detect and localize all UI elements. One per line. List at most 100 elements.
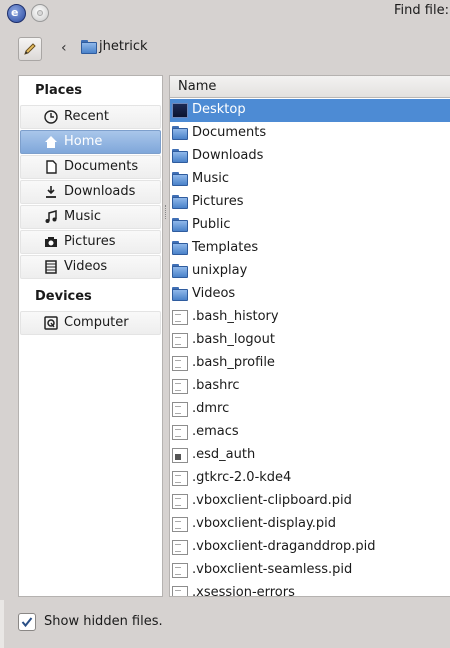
file-row[interactable]: .bash_logout — [170, 329, 450, 352]
file-row[interactable]: .vboxclient-display.pid — [170, 513, 450, 536]
window-shade-button[interactable] — [31, 4, 49, 22]
places-item-videos[interactable]: Videos — [20, 255, 161, 279]
drive-icon — [43, 316, 58, 331]
folder-icon — [172, 264, 188, 279]
file-row[interactable]: Documents — [170, 122, 450, 145]
file-name: .bash_profile — [192, 355, 275, 370]
file-row[interactable]: .bash_history — [170, 306, 450, 329]
home-folder-icon — [81, 39, 97, 54]
places-item-label: Music — [64, 209, 101, 224]
text-file-icon — [172, 517, 188, 532]
file-name: unixplay — [192, 263, 248, 278]
camera-icon — [43, 235, 58, 250]
file-list[interactable]: Name Desktop Documents Downloads Music Pictu… — [169, 75, 450, 597]
places-section-title: Places — [35, 83, 83, 98]
file-name: .dmrc — [192, 401, 230, 416]
file-name: Pictures — [192, 194, 244, 209]
file-row[interactable]: Templates — [170, 237, 450, 260]
folder-icon — [172, 126, 188, 141]
file-name: Templates — [192, 240, 259, 255]
places-item-label: Home — [64, 134, 103, 149]
file-name: .vboxclient-clipboard.pid — [192, 493, 352, 508]
places-item-home[interactable]: Home — [20, 130, 161, 154]
file-name: .bash_history — [192, 309, 279, 324]
text-file-icon — [172, 425, 188, 440]
text-file-icon — [172, 379, 188, 394]
download-icon — [43, 185, 58, 200]
file-row[interactable]: unixplay — [170, 260, 450, 283]
text-file-icon — [172, 586, 188, 596]
file-name: .vboxclient-seamless.pid — [192, 562, 353, 577]
document-icon — [43, 160, 58, 175]
devices-item-computer[interactable]: Computer — [20, 311, 161, 335]
places-item-pictures[interactable]: Pictures — [20, 230, 161, 254]
text-file-icon — [172, 540, 188, 555]
text-file-icon — [172, 402, 188, 417]
checkmark-icon — [21, 617, 33, 628]
text-file-icon — [172, 310, 188, 325]
file-row[interactable]: Pictures — [170, 191, 450, 214]
panel-splitter[interactable] — [165, 205, 168, 219]
file-row[interactable]: Downloads — [170, 145, 450, 168]
text-file-icon — [172, 333, 188, 348]
devices-item-label: Computer — [64, 315, 129, 330]
file-name: Music — [192, 171, 229, 186]
file-row[interactable]: .vboxclient-clipboard.pid — [170, 490, 450, 513]
file-row[interactable]: Public — [170, 214, 450, 237]
file-row[interactable]: Desktop — [170, 99, 450, 122]
text-file-icon — [172, 494, 188, 509]
file-name: .vboxclient-display.pid — [192, 516, 337, 531]
file-row[interactable]: .vboxclient-seamless.pid — [170, 559, 450, 582]
places-item-label: Pictures — [64, 234, 116, 249]
file-row[interactable]: Music — [170, 168, 450, 191]
show-hidden-label[interactable]: Show hidden files. — [44, 614, 163, 629]
edit-location-button[interactable] — [18, 37, 42, 61]
file-row[interactable]: Videos — [170, 283, 450, 306]
desktop-icon — [172, 103, 188, 118]
music-icon — [43, 210, 58, 225]
file-row[interactable]: .dmrc — [170, 398, 450, 421]
places-panel: Places Recent Home Documents Downloads M… — [18, 75, 163, 597]
file-name: Public — [192, 217, 231, 232]
places-item-label: Documents — [64, 159, 139, 174]
text-file-icon — [172, 471, 188, 486]
window-title: Find file: — [394, 3, 449, 18]
file-name: .bashrc — [192, 378, 240, 393]
devices-section-title: Devices — [35, 289, 92, 304]
file-row[interactable]: .xsession-errors — [170, 582, 450, 596]
file-row[interactable]: .bashrc — [170, 375, 450, 398]
file-name: Documents — [192, 125, 267, 140]
text-file-icon — [172, 356, 188, 371]
breadcrumb-back-arrow-icon[interactable]: ‹ — [61, 40, 67, 56]
column-header-name[interactable]: Name — [170, 76, 450, 98]
file-name: .bash_logout — [192, 332, 275, 347]
file-row[interactable]: .bash_profile — [170, 352, 450, 375]
places-item-music[interactable]: Music — [20, 205, 161, 229]
file-name: Desktop — [192, 102, 246, 117]
title-bar: e Find file: — [0, 0, 450, 24]
toolbar: ‹ jhetrick — [0, 33, 450, 65]
options-bar: Show hidden files. — [0, 605, 450, 641]
breadcrumb-home[interactable]: jhetrick — [99, 39, 148, 54]
places-item-downloads[interactable]: Downloads — [20, 180, 161, 204]
folder-icon — [172, 149, 188, 164]
file-name: .emacs — [192, 424, 239, 439]
app-menu-icon[interactable]: e — [7, 4, 26, 23]
file-row[interactable]: .emacs — [170, 421, 450, 444]
folder-icon — [172, 241, 188, 256]
places-item-recent[interactable]: Recent — [20, 105, 161, 129]
file-name: Downloads — [192, 148, 264, 163]
text-file-icon — [172, 563, 188, 578]
file-name: .vboxclient-draganddrop.pid — [192, 539, 376, 554]
folder-icon — [172, 218, 188, 233]
file-row[interactable]: .gtkrc-2.0-kde4 — [170, 467, 450, 490]
file-name: .gtkrc-2.0-kde4 — [192, 470, 292, 485]
folder-icon — [172, 287, 188, 302]
file-row[interactable]: .vboxclient-draganddrop.pid — [170, 536, 450, 559]
folder-icon — [172, 172, 188, 187]
show-hidden-checkbox[interactable] — [18, 613, 36, 631]
places-item-documents[interactable]: Documents — [20, 155, 161, 179]
file-name: .esd_auth — [192, 447, 256, 462]
breadcrumb[interactable]: jhetrick — [81, 39, 148, 54]
file-row[interactable]: .esd_auth — [170, 444, 450, 467]
